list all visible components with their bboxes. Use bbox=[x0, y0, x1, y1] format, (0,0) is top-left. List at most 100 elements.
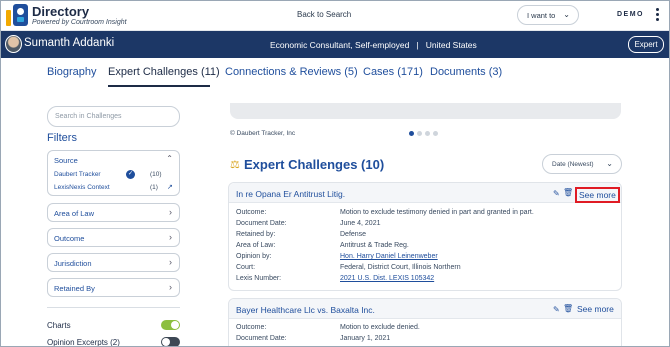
opinion-excerpts-toggle[interactable] bbox=[161, 337, 180, 346]
source-item-label: Daubert Tracker bbox=[54, 171, 101, 178]
tab-documents[interactable]: Documents (3) bbox=[430, 66, 502, 78]
trash-icon[interactable]: 🗑 bbox=[563, 188, 573, 197]
detail-key: Court: bbox=[236, 264, 256, 271]
detail-value: Defense bbox=[340, 231, 367, 238]
detail-row: Outcome: Motion to exclude denied. bbox=[236, 324, 616, 334]
section-title: Expert Challenges (10) bbox=[244, 157, 385, 172]
i-want-to-dropdown[interactable]: I want to ⌄ bbox=[517, 5, 579, 25]
detail-value: Federal, District Court, Illinois Northe… bbox=[340, 264, 461, 271]
filters-heading: Filters bbox=[47, 132, 77, 144]
expert-role: Economic Consultant, Self-employed | Uni… bbox=[270, 40, 477, 50]
see-more-link[interactable]: See more bbox=[575, 303, 616, 315]
demo-label: DEMO bbox=[617, 11, 644, 18]
source-item-label: LexisNexis Context bbox=[54, 184, 110, 191]
detail-row: Document Date: January 1, 2021 bbox=[236, 335, 616, 345]
filter-jurisdiction[interactable]: Jurisdiction › bbox=[47, 253, 180, 272]
source-item-count: (10) bbox=[150, 171, 162, 178]
see-more-link[interactable]: See more bbox=[575, 187, 620, 203]
challenge-card: In re Opana Er Antitrust Litig. ✎ 🗑 See … bbox=[228, 182, 622, 291]
search-placeholder: Search in Challenges bbox=[55, 113, 122, 120]
expert-badge-button[interactable]: Expert bbox=[628, 36, 664, 53]
filter-area-of-law[interactable]: Area of Law › bbox=[47, 203, 180, 222]
detail-value: Motion to exclude denied. bbox=[340, 324, 420, 331]
source-filter: Source ⌃ Daubert Tracker ✓ (10) LexisNex… bbox=[47, 150, 180, 196]
trash-icon[interactable]: 🗑 bbox=[563, 304, 573, 313]
more-options-icon[interactable] bbox=[656, 8, 659, 23]
profile-tabs: Biography Expert Challenges (11) Connect… bbox=[1, 58, 669, 88]
chevron-right-icon: › bbox=[169, 207, 172, 217]
filter-label: Jurisdiction bbox=[54, 259, 92, 268]
chart-carousel-slide[interactable] bbox=[230, 103, 621, 119]
checkmark-icon[interactable]: ✓ bbox=[126, 170, 135, 179]
source-item-count: (1) bbox=[150, 184, 158, 191]
chevron-down-icon: ⌄ bbox=[563, 10, 570, 19]
detail-key: Document Date: bbox=[236, 335, 287, 342]
external-link-icon[interactable]: ↗ bbox=[167, 183, 173, 191]
filter-label: Area of Law bbox=[54, 209, 95, 218]
detail-value: January 1, 2021 bbox=[340, 335, 391, 342]
detail-row: Opinion by: Hon. Harry Daniel Leinenweber bbox=[236, 253, 616, 263]
lexis-number-link[interactable]: 2021 U.S. Dist. LEXIS 105342 bbox=[340, 275, 434, 282]
case-title-link[interactable]: In re Opana Er Antitrust Litig. bbox=[236, 189, 345, 199]
detail-row: Area of Law: Antitrust & Trade Reg. bbox=[236, 242, 616, 252]
challenge-card: Bayer Healthcare Llc vs. Baxalta Inc. ✎ … bbox=[228, 298, 622, 346]
app-subtitle: Powered by Courtroom Insight bbox=[32, 19, 127, 26]
source-filter-label[interactable]: Source bbox=[54, 156, 78, 165]
detail-key: Outcome: bbox=[236, 324, 267, 331]
back-to-search-link[interactable]: Back to Search bbox=[297, 10, 351, 19]
sort-dropdown[interactable]: Date (Newest) ⌄ bbox=[542, 154, 622, 174]
profile-bar: Sumanth Addanki Economic Consultant, Sel… bbox=[1, 31, 669, 58]
chevron-right-icon: › bbox=[169, 257, 172, 267]
chevron-right-icon: › bbox=[169, 282, 172, 292]
tab-cases[interactable]: Cases (171) bbox=[363, 66, 423, 78]
carousel-dot[interactable] bbox=[433, 131, 438, 136]
pencil-icon[interactable]: ✎ bbox=[553, 189, 560, 198]
detail-value: Antitrust & Trade Reg. bbox=[340, 242, 409, 249]
tab-biography[interactable]: Biography bbox=[47, 66, 97, 78]
filter-label: Outcome bbox=[54, 234, 85, 243]
carousel-dot[interactable] bbox=[425, 131, 430, 136]
tab-expert-challenges[interactable]: Expert Challenges (11) bbox=[108, 66, 220, 78]
search-challenges-input[interactable]: Search in Challenges bbox=[47, 106, 180, 127]
expert-name: Sumanth Addanki bbox=[24, 37, 115, 49]
carousel-dots bbox=[409, 129, 441, 138]
detail-key: Outcome: bbox=[236, 209, 267, 216]
app-window: Directory Powered by Courtroom Insight B… bbox=[0, 0, 670, 347]
directory-logo-icon[interactable] bbox=[6, 4, 28, 26]
detail-row: Lexis Number: 2021 U.S. Dist. LEXIS 10534… bbox=[236, 275, 616, 285]
opinion-excerpts-toggle-row: Opinion Excerpts (2) bbox=[47, 337, 180, 347]
charts-toggle[interactable] bbox=[161, 320, 180, 330]
detail-row: Document Date: June 4, 2021 bbox=[236, 220, 616, 230]
carousel-dot[interactable] bbox=[409, 131, 414, 136]
sort-value: Date (Newest) bbox=[552, 161, 594, 168]
detail-key: Area of Law: bbox=[236, 242, 276, 249]
charts-toggle-row: Charts bbox=[47, 320, 180, 332]
detail-key: Opinion by: bbox=[236, 253, 272, 260]
detail-value: June 4, 2021 bbox=[340, 220, 381, 227]
chevron-down-icon: ⌄ bbox=[606, 159, 613, 168]
tab-connections-reviews[interactable]: Connections & Reviews (5) bbox=[225, 66, 358, 78]
detail-key: Document Date: bbox=[236, 220, 287, 227]
avatar bbox=[5, 35, 22, 53]
detail-value: Motion to exclude testimony denied in pa… bbox=[340, 209, 534, 216]
carousel-credit: © Daubert Tracker, Inc bbox=[230, 130, 296, 137]
chevron-up-icon[interactable]: ⌃ bbox=[166, 154, 173, 163]
i-want-to-label: I want to bbox=[527, 11, 556, 20]
detail-key: Retained by: bbox=[236, 231, 276, 238]
filter-outcome[interactable]: Outcome › bbox=[47, 228, 180, 247]
detail-row: Retained by: Defense bbox=[236, 231, 616, 241]
toggle-label: Opinion Excerpts (2) bbox=[47, 338, 120, 347]
carousel-dot[interactable] bbox=[417, 131, 422, 136]
filter-label: Retained By bbox=[54, 284, 95, 293]
detail-row: Outcome: Motion to exclude testimony deni… bbox=[236, 209, 616, 219]
case-title-link[interactable]: Bayer Healthcare Llc vs. Baxalta Inc. bbox=[236, 305, 375, 315]
top-header: Directory Powered by Courtroom Insight B… bbox=[1, 1, 669, 31]
active-tab-indicator bbox=[108, 85, 210, 87]
sidebar-divider bbox=[47, 307, 180, 308]
judge-link[interactable]: Hon. Harry Daniel Leinenweber bbox=[340, 253, 438, 260]
filter-retained-by[interactable]: Retained By › bbox=[47, 278, 180, 297]
toggle-label: Charts bbox=[47, 321, 71, 330]
detail-row: Court: Federal, District Court, Illinois … bbox=[236, 264, 616, 274]
app-title: Directory bbox=[32, 4, 90, 19]
pencil-icon[interactable]: ✎ bbox=[553, 305, 560, 314]
